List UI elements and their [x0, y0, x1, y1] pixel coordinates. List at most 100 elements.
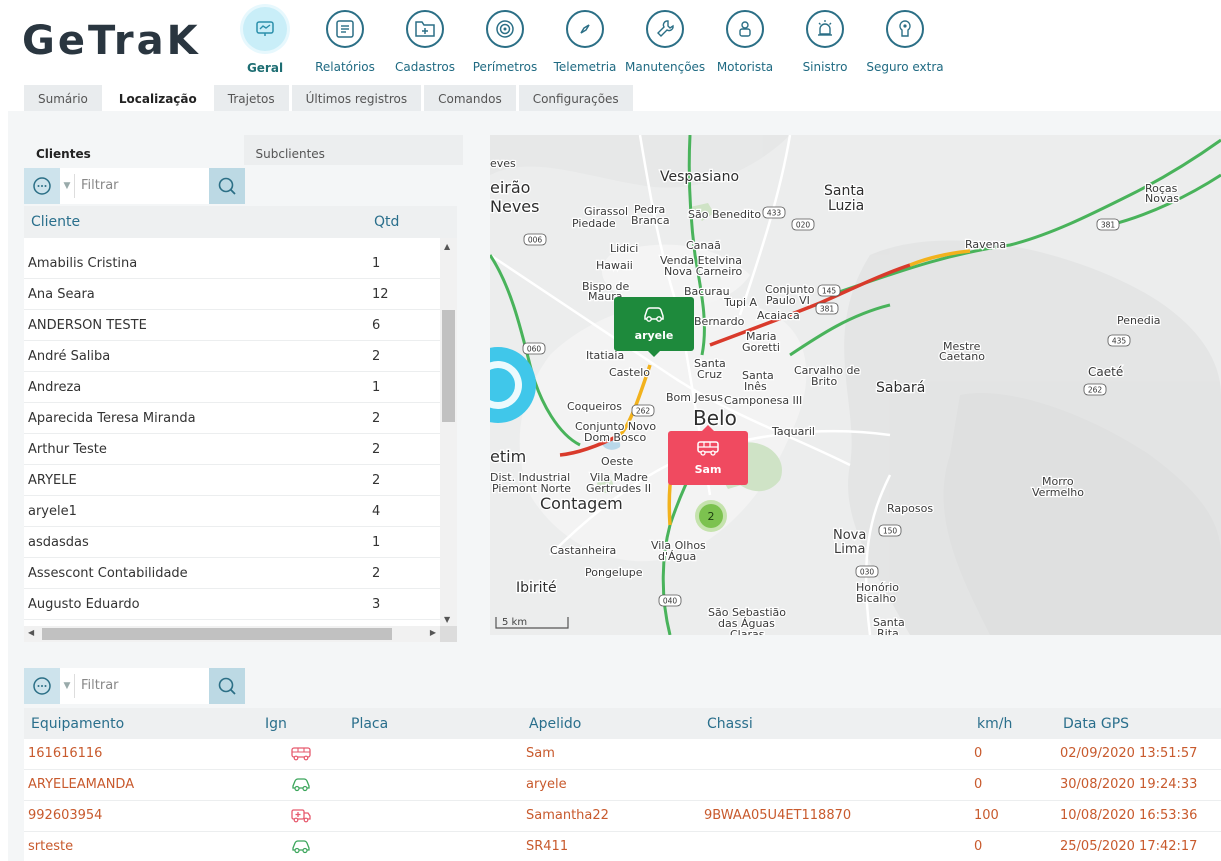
tab-configurações[interactable]: Configurações	[518, 85, 633, 113]
table-row[interactable]: aryele1 4	[24, 496, 457, 527]
table-row[interactable]: srteste SR411 0 25/05/2020 17:42:17	[24, 832, 1221, 861]
map-place-label: d'Água	[658, 550, 696, 563]
vertical-scrollbar[interactable]: ▲ ▼	[440, 238, 457, 626]
table-row[interactable]: asdasdas 1	[24, 527, 457, 558]
table-row[interactable]: ARYELEAMANDA aryele 0 30/08/2020 19:24:33	[24, 770, 1221, 801]
apelido: Sam	[526, 746, 555, 761]
keyhole-icon	[899, 20, 911, 37]
nav-icon-circle	[486, 10, 524, 48]
map-canvas[interactable]: eveseirãoNevesVespasianoSantaLuziaRoçasN…	[490, 135, 1221, 635]
client-qty: 2	[372, 441, 381, 457]
table-row[interactable]: ARYELE 2	[24, 465, 457, 496]
options-button[interactable]	[24, 168, 60, 204]
road-shield-number: 030	[860, 568, 875, 577]
map-place-label: Lima	[834, 542, 865, 557]
scroll-up-icon[interactable]: ▲	[444, 242, 450, 251]
client-qty: 1	[372, 534, 381, 550]
map-place-label: Paulo VI	[766, 294, 810, 307]
road-shield-number: 020	[796, 221, 811, 230]
tab-sumário[interactable]: Sumário	[24, 85, 102, 113]
nav-motorista[interactable]: Motorista	[705, 10, 785, 80]
road-shield: 435	[1107, 334, 1131, 347]
equipment-id: 161616116	[28, 746, 103, 761]
speed-kmh: 0	[974, 777, 983, 792]
column-apelido[interactable]: Apelido	[529, 716, 581, 732]
nav-label: Manutenções	[625, 60, 706, 74]
scrollbar-thumb[interactable]	[442, 310, 455, 422]
table-row[interactable]: ANDERSON TESTE 6	[24, 310, 457, 341]
scrollbar-thumb[interactable]	[42, 628, 392, 640]
tab-localização[interactable]: Localização	[104, 85, 211, 113]
scroll-left-icon[interactable]: ◀	[28, 628, 34, 637]
column-kmh[interactable]: km/h	[977, 716, 1012, 732]
equipment-filter-input[interactable]: Filtrar	[75, 668, 209, 704]
map-view[interactable]: eves eirão Neves Vespasiano Santa Luzia Roças N…	[490, 135, 1221, 635]
client-qty: 1	[372, 255, 381, 271]
ignition-indicator	[290, 776, 312, 796]
client-filter-input[interactable]: Filtrar	[75, 168, 209, 204]
column-qtd[interactable]: Qtd	[374, 214, 399, 230]
scroll-right-icon[interactable]: ▶	[430, 628, 436, 637]
alarm-icon	[818, 20, 832, 36]
nav-label: Relatórios	[315, 60, 375, 74]
apelido: Samantha22	[526, 808, 609, 823]
table-row[interactable]: Ana Seara 12	[24, 279, 457, 310]
nav-geral[interactable]: Geral	[225, 7, 305, 80]
column-equipamento[interactable]: Equipamento	[31, 716, 124, 732]
map-place-label: Luzia	[828, 198, 864, 214]
filter-dropdown-toggle[interactable]: ▼	[60, 674, 75, 698]
table-row[interactable]: Arthur Teste 2	[24, 434, 457, 465]
client-qty: 2	[372, 472, 381, 488]
nav-perímetros[interactable]: Perímetros	[465, 10, 545, 80]
table-row[interactable]: 161616116 Sam 0 02/09/2020 13:51:57	[24, 739, 1221, 770]
table-row[interactable]: Andreza 1	[24, 372, 457, 403]
nav-relatórios[interactable]: Relatórios	[305, 10, 385, 80]
equipment-search-button[interactable]	[209, 668, 245, 704]
column-ign[interactable]: Ign	[265, 716, 287, 732]
map-place-label: Penedia	[1117, 314, 1161, 327]
scroll-down-icon[interactable]: ▼	[444, 615, 450, 624]
nav-label: Seguro extra	[866, 60, 944, 74]
client-name: Aparecida Teresa Miranda	[28, 410, 196, 426]
nav-telemetria[interactable]: Telemetria	[545, 10, 625, 80]
table-row[interactable]: Amabilis Cristina 1	[24, 248, 457, 279]
nav-cadastros[interactable]: Cadastros	[385, 10, 465, 80]
tab-comandos[interactable]: Comandos	[424, 85, 516, 113]
table-row[interactable]: 992603954 Samantha22 9BWAA05U4ET118870 100 1…	[24, 801, 1221, 832]
column-cliente[interactable]: Cliente	[24, 214, 374, 230]
table-row[interactable]: Augusto Eduardo 3	[24, 589, 457, 620]
map-place-label: Contagem	[540, 494, 623, 513]
road-shield: 060	[522, 342, 546, 355]
road-shield-number: 060	[527, 345, 542, 354]
nav-seguro-extra[interactable]: Seguro extra	[865, 10, 945, 80]
horizontal-scrollbar[interactable]: ◀ ▶	[24, 626, 440, 642]
road-shield: 006	[523, 233, 547, 246]
vehicle-marker-aryele[interactable]: aryele	[614, 297, 694, 351]
tab-subclientes[interactable]: Subclientes	[243, 135, 463, 165]
map-place-label: Nova Carneiro	[664, 265, 743, 278]
table-row[interactable]: André Saliba 2	[24, 341, 457, 372]
options-button[interactable]	[24, 668, 60, 704]
client-name: André Saliba	[28, 348, 111, 364]
filter-dropdown-toggle[interactable]: ▼	[60, 174, 75, 198]
marker-label: Sam	[694, 463, 722, 476]
table-row[interactable]: Assescont Contabilidade 2	[24, 558, 457, 589]
client-name: Andreza	[28, 379, 82, 395]
client-qty: 12	[372, 286, 389, 302]
nav-icon-circle	[886, 10, 924, 48]
tab-trajetos[interactable]: Trajetos	[213, 85, 289, 113]
column-data-gps[interactable]: Data GPS	[1063, 716, 1129, 732]
table-row[interactable]: Aparecida Teresa Miranda 2	[24, 403, 457, 434]
client-search-button[interactable]	[209, 168, 245, 204]
tab-clientes[interactable]: Clientes	[24, 135, 244, 165]
vehicle-marker-sam[interactable]: Sam	[668, 431, 748, 485]
nav-manutenções[interactable]: Manutenções	[625, 10, 705, 80]
map-place-label: Belo	[693, 406, 737, 430]
wrench-icon	[657, 20, 674, 37]
tab-últimos-registros[interactable]: Últimos registros	[291, 85, 422, 113]
column-chassi[interactable]: Chassi	[707, 716, 753, 732]
nav-icon-circle	[726, 10, 764, 48]
nav-sinistro[interactable]: Sinistro	[785, 10, 865, 80]
driver-icon	[739, 21, 751, 37]
column-placa[interactable]: Placa	[351, 716, 388, 732]
